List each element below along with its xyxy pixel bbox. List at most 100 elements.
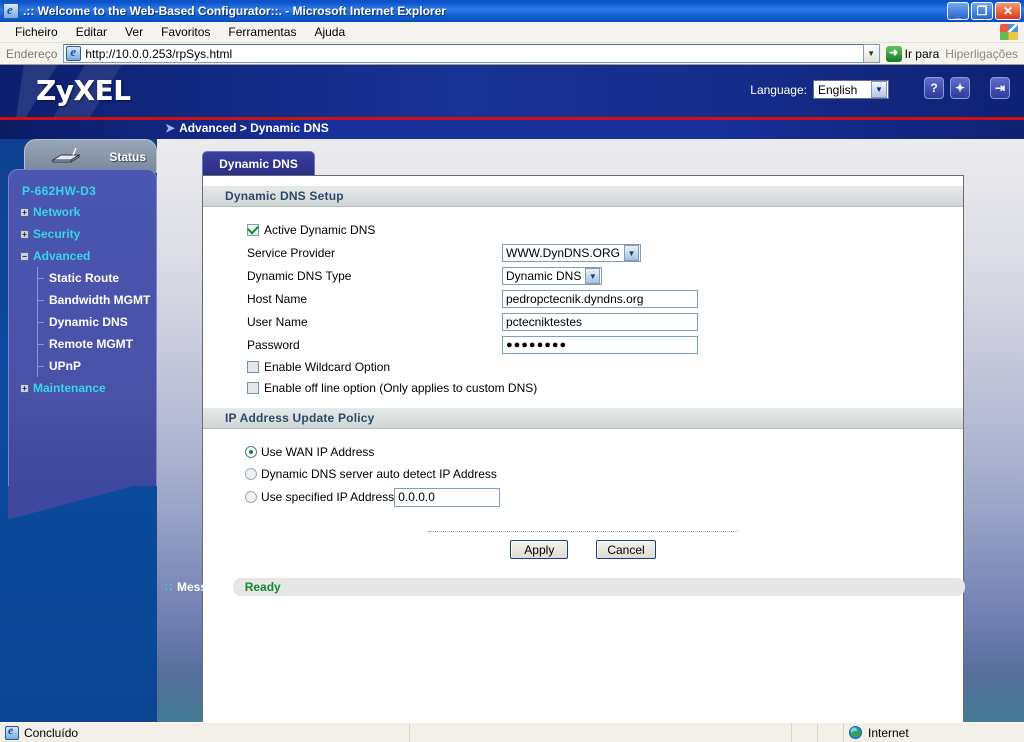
auto-detect-ip-label: Dynamic DNS server auto detect IP Addres… — [261, 467, 497, 481]
sidebar-item-advanced[interactable]: − Advanced — [17, 245, 156, 267]
restore-button[interactable]: ❐ — [971, 2, 993, 20]
window-controls: _ ❐ ✕ — [947, 2, 1021, 20]
wizard-glyph: ✦ — [954, 81, 966, 95]
sidebar-item-maintenance[interactable]: + Maintenance — [17, 377, 156, 399]
sidebar-item-upnp[interactable]: UPnP — [17, 355, 156, 377]
use-specified-ip-radio[interactable] — [245, 491, 257, 503]
plus-icon: + — [20, 383, 29, 393]
row-user-name: User Name pctecniktestes — [203, 310, 963, 333]
sidebar-item-network[interactable]: + Network — [17, 201, 156, 223]
links-label[interactable]: Hiperligações — [945, 47, 1024, 61]
language-selector[interactable]: Language: English ▼ — [750, 80, 889, 99]
browser-status-bar: Concluído Internet — [0, 722, 1024, 742]
chevron-down-icon: ▼ — [867, 49, 876, 58]
dynamic-dns-type-value: Dynamic DNS — [506, 269, 582, 283]
language-dropdown[interactable]: English ▼ — [813, 80, 889, 99]
section-header-ip-address-update-policy: IP Address Update Policy — [203, 408, 963, 429]
wizard-icon[interactable]: ✦ — [950, 77, 970, 99]
host-name-input[interactable]: pedropctecnik.dyndns.org — [502, 289, 698, 308]
help-icon[interactable]: ? — [924, 77, 944, 99]
status-message: Concluído — [0, 722, 410, 742]
tab-dynamic-dns[interactable]: Dynamic DNS — [202, 151, 315, 175]
user-name-input[interactable]: pctecniktestes — [502, 312, 698, 331]
sidebar-label-security: Security — [33, 227, 81, 241]
chevron-down-icon: ▼ — [871, 81, 887, 98]
row-active-dynamic-dns: Active Dynamic DNS — [203, 219, 963, 241]
password-label: Password — [247, 337, 300, 352]
browser-menu-bar: Ficheiro Editar Ver Favoritos Ferramenta… — [0, 22, 1024, 43]
message-value: Ready — [232, 578, 965, 596]
sidebar-item-bandwidth-mgmt[interactable]: Bandwidth MGMT — [17, 289, 156, 311]
menu-ver[interactable]: Ver — [116, 23, 152, 41]
offline-checkbox[interactable] — [247, 381, 259, 394]
active-dynamic-dns-checkbox[interactable] — [247, 224, 259, 236]
close-icon: ✕ — [1002, 4, 1014, 18]
wildcard-checkbox[interactable] — [247, 360, 259, 373]
zone-text: Internet — [868, 725, 909, 740]
row-auto-detect-ip: Dynamic DNS server auto detect IP Addres… — [203, 463, 963, 485]
sidebar-item-dynamic-dns[interactable]: Dynamic DNS — [17, 311, 156, 333]
host-name-label: Host Name — [247, 291, 308, 306]
row-wildcard: Enable Wildcard Option — [203, 356, 963, 377]
menu-ferramentas[interactable]: Ferramentas — [219, 23, 305, 41]
logout-icon[interactable]: ⇥ — [990, 77, 1010, 99]
breadcrumb-marker-icon: ➤ — [165, 121, 176, 135]
minimize-button[interactable]: _ — [947, 2, 969, 20]
message-marker-icon: ∷ — [165, 581, 172, 594]
offline-label: Enable off line option (Only applies to … — [264, 380, 538, 395]
web-page: ZyXEL Language: English ▼ ? ✦ ⇥ ➤ Advance… — [0, 65, 1024, 722]
password-input[interactable]: ●●●●●●●● — [502, 335, 698, 354]
section-header-dynamic-dns-setup: Dynamic DNS Setup — [203, 186, 963, 207]
zyxel-logo: ZyXEL — [36, 74, 131, 107]
row-use-wan-ip: Use WAN IP Address — [203, 441, 963, 463]
dynamic-dns-type-select[interactable]: Dynamic DNS ▼ — [502, 267, 603, 285]
router-icon — [51, 148, 81, 163]
device-model-label: P-662HW-D3 — [22, 184, 97, 198]
dynamic-dns-type-label: Dynamic DNS Type — [247, 269, 352, 283]
sidebar-status-tab[interactable]: Status — [24, 139, 157, 173]
menu-ficheiro[interactable]: Ficheiro — [6, 23, 67, 41]
security-zone[interactable]: Internet — [844, 723, 1024, 742]
settings-panel: Dynamic DNS Setup Active Dynamic DNS Ser… — [202, 175, 964, 722]
menu-favoritos[interactable]: Favoritos — [152, 23, 219, 41]
plus-icon: + — [20, 207, 29, 217]
breadcrumb-strip — [0, 120, 1024, 139]
sidebar-item-remote-mgmt[interactable]: Remote MGMT — [17, 333, 156, 355]
restore-icon: ❐ — [976, 4, 988, 18]
menu-editar[interactable]: Editar — [67, 23, 116, 41]
row-host-name: Host Name pedropctecnik.dyndns.org — [203, 287, 963, 310]
browser-title-bar: .:: Welcome to the Web-Based Configurato… — [0, 0, 1024, 22]
arrow-right-icon: ➜ — [885, 45, 902, 62]
address-input[interactable]: http://10.0.0.253/rpSys.html — [63, 44, 864, 63]
row-service-provider: Service Provider WWW.DynDNS.ORG ▼ — [203, 241, 963, 265]
specified-ip-input[interactable]: 0.0.0.0 — [394, 487, 501, 507]
use-wan-ip-radio[interactable] — [245, 446, 257, 458]
chevron-down-icon: ▼ — [585, 268, 601, 284]
window-title: .:: Welcome to the Web-Based Configurato… — [23, 3, 446, 18]
go-button[interactable]: ➜ Ir para — [880, 45, 946, 62]
wildcard-label: Enable Wildcard Option — [264, 359, 391, 374]
minimize-icon: _ — [955, 9, 961, 20]
apply-button[interactable]: Apply — [510, 540, 569, 559]
address-dropdown-button[interactable]: ▼ — [863, 44, 880, 63]
service-provider-select[interactable]: WWW.DynDNS.ORG ▼ — [502, 244, 641, 262]
use-wan-ip-label: Use WAN IP Address — [261, 445, 375, 459]
service-provider-value: WWW.DynDNS.ORG — [506, 246, 620, 260]
cancel-button[interactable]: Cancel — [596, 540, 656, 559]
sidebar-item-static-route[interactable]: Static Route — [17, 267, 156, 289]
close-button[interactable]: ✕ — [995, 2, 1021, 20]
language-label: Language: — [750, 82, 807, 97]
button-row: Apply Cancel — [203, 540, 963, 559]
address-label: Endereço — [6, 46, 58, 61]
sidebar-label-advanced: Advanced — [33, 249, 91, 263]
help-glyph: ? — [930, 81, 938, 95]
auto-detect-ip-radio[interactable] — [245, 468, 257, 480]
menu-ajuda[interactable]: Ajuda — [305, 23, 354, 41]
minus-icon: − — [20, 251, 29, 261]
status-spacer — [410, 722, 792, 742]
user-name-label: User Name — [247, 314, 308, 329]
chevron-down-icon: ▼ — [624, 245, 639, 261]
logout-glyph: ⇥ — [994, 81, 1006, 95]
active-dynamic-dns-label: Active Dynamic DNS — [264, 223, 376, 237]
sidebar-item-security[interactable]: + Security — [17, 223, 156, 245]
